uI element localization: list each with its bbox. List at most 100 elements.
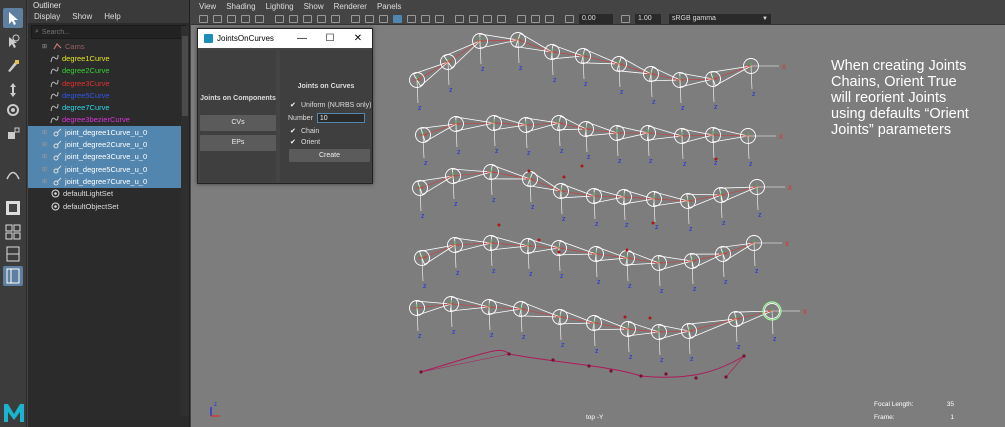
isolate-select-icon[interactable] <box>517 15 526 23</box>
create-button[interactable]: Create <box>289 149 370 162</box>
window-titlebar[interactable]: JointsOnCurves — ☐ ✕ <box>198 29 372 48</box>
use-all-lights-icon[interactable] <box>421 15 430 23</box>
cv-point <box>527 169 531 173</box>
gamma-icon[interactable] <box>621 15 630 23</box>
layout-outliner-icon[interactable] <box>3 266 23 286</box>
expand-icon[interactable]: ⊞ <box>42 166 50 173</box>
expand-icon[interactable]: ⊞ <box>42 153 50 160</box>
field-chart-icon[interactable] <box>317 15 326 23</box>
xray-icon[interactable] <box>407 15 416 23</box>
scale-tool-icon[interactable] <box>3 124 23 144</box>
minimize-icon[interactable]: — <box>288 33 316 44</box>
menu-lighting[interactable]: Lighting <box>266 0 294 13</box>
expand-icon[interactable]: ⊞ <box>42 141 50 148</box>
outliner-item[interactable]: ⊞ Cams <box>28 40 181 52</box>
menu-show[interactable]: Show <box>304 0 324 13</box>
menu-shading[interactable]: Shading <box>226 0 255 13</box>
outliner-item[interactable]: degree7Curve <box>28 101 181 113</box>
bezier-cv <box>507 352 511 356</box>
orient-checkbox[interactable]: ✔ <box>290 139 297 146</box>
safe-action-icon[interactable] <box>331 15 340 23</box>
wireframe-icon[interactable] <box>351 15 360 23</box>
expand-icon[interactable]: ⊞ <box>42 43 50 50</box>
joint-z-label: z <box>655 224 659 231</box>
joint-z-label: z <box>456 270 460 277</box>
uniform-option[interactable]: ✔ Uniform (NURBS only) <box>290 102 371 109</box>
outliner-item[interactable]: defaultLightSet <box>28 188 181 200</box>
bookmark-icon[interactable] <box>227 15 236 23</box>
lasso-tool-icon[interactable] <box>3 32 23 52</box>
select-tool-icon[interactable] <box>3 8 23 28</box>
joint-z-label: z <box>553 77 557 84</box>
color-space-dropdown[interactable]: sRGB gamma ▼ <box>669 14 771 24</box>
expand-icon[interactable]: ⊞ <box>42 178 50 185</box>
xray-joints-icon[interactable] <box>531 15 540 23</box>
motion-blur-icon[interactable] <box>469 15 478 23</box>
eps-button[interactable]: EPs <box>200 135 276 151</box>
paint-select-tool-icon[interactable] <box>3 56 23 76</box>
outliner-item[interactable]: degree2Curve <box>28 65 181 77</box>
layout-two-icon[interactable] <box>3 244 23 264</box>
outliner-item[interactable]: degree5Curve <box>28 89 181 101</box>
bone <box>489 164 531 180</box>
shadows-icon[interactable] <box>435 15 444 23</box>
outliner-item[interactable]: ⊞ joint_degree2Curve_u_0 <box>28 138 181 151</box>
bone <box>417 175 454 196</box>
color-space-value: sRGB gamma <box>672 15 716 22</box>
layout-single-icon[interactable] <box>3 198 23 218</box>
search-input[interactable] <box>41 28 162 36</box>
menu-renderer[interactable]: Renderer <box>334 0 367 13</box>
move-tool-icon[interactable] <box>3 80 23 100</box>
gate-mask-icon[interactable] <box>303 15 312 23</box>
menu-panels[interactable]: Panels <box>377 0 401 13</box>
outliner-item[interactable]: ⊞ joint_degree3Curve_u_0 <box>28 150 181 163</box>
menu-show[interactable]: Show <box>72 11 92 23</box>
outliner-item[interactable]: ⊞ joint_degree7Curve_u_0 <box>28 175 181 188</box>
camera-icon[interactable] <box>199 15 208 23</box>
exposure-field[interactable]: 0.00 <box>579 14 613 24</box>
gamma-field[interactable]: 1.00 <box>635 14 661 24</box>
layout-four-icon[interactable] <box>3 222 23 242</box>
chain-checkbox[interactable]: ✔ <box>290 128 297 135</box>
uniform-checkbox[interactable]: ✔ <box>290 102 297 109</box>
outliner-item[interactable]: defaultObjectSet <box>28 200 181 212</box>
bezier-curve <box>420 349 745 378</box>
resolution-gate-icon[interactable] <box>289 15 298 23</box>
menu-view[interactable]: View <box>199 0 216 13</box>
image-plane-icon[interactable] <box>241 15 250 23</box>
outliner-scrollbar[interactable] <box>181 26 189 416</box>
expand-icon[interactable]: ⊞ <box>42 129 50 136</box>
joint-axis-z <box>618 63 621 88</box>
cvs-button[interactable]: CVs <box>200 115 276 131</box>
menu-help[interactable]: Help <box>104 11 120 23</box>
wireframe-on-shaded-icon[interactable] <box>393 15 402 23</box>
chain-option[interactable]: ✔ Chain <box>290 128 319 135</box>
number-input[interactable] <box>316 113 365 123</box>
depth-of-field-icon[interactable] <box>497 15 506 23</box>
xray-active-icon[interactable] <box>545 15 554 23</box>
curve-tool-icon[interactable] <box>3 164 23 184</box>
textured-icon[interactable] <box>379 15 388 23</box>
uniform-label: Uniform (NURBS only) <box>301 102 372 109</box>
outliner-item-label: joint_degree2Curve_u_0 <box>65 140 148 150</box>
film-gate-icon[interactable] <box>275 15 284 23</box>
rotate-tool-icon[interactable] <box>3 100 23 120</box>
smooth-shade-icon[interactable] <box>365 15 374 23</box>
maximize-icon[interactable]: ☐ <box>316 33 344 44</box>
outliner-item[interactable]: degree3Curve <box>28 77 181 89</box>
outliner-item[interactable]: ⊞ joint_degree5Curve_u_0 <box>28 162 181 176</box>
exposure-icon[interactable] <box>565 15 574 23</box>
lock-camera-icon[interactable] <box>213 15 222 23</box>
outliner-menubar: Display Show Help <box>28 11 189 23</box>
ambient-occlusion-icon[interactable] <box>455 15 464 23</box>
outliner-item[interactable]: degree3bezierCurve <box>28 114 181 126</box>
orient-option[interactable]: ✔ Orient <box>290 139 320 146</box>
outliner-item[interactable]: degree1Curve <box>28 52 181 64</box>
grid-icon[interactable] <box>255 15 264 23</box>
outliner-item[interactable]: ⊞ joint_degree1Curve_u_0 <box>28 126 181 139</box>
menu-display[interactable]: Display <box>34 11 60 23</box>
joint-icon <box>52 140 62 150</box>
anti-aliasing-icon[interactable] <box>483 15 492 23</box>
close-icon[interactable]: ✕ <box>344 33 372 44</box>
outliner-item-label: Cams <box>65 41 85 51</box>
